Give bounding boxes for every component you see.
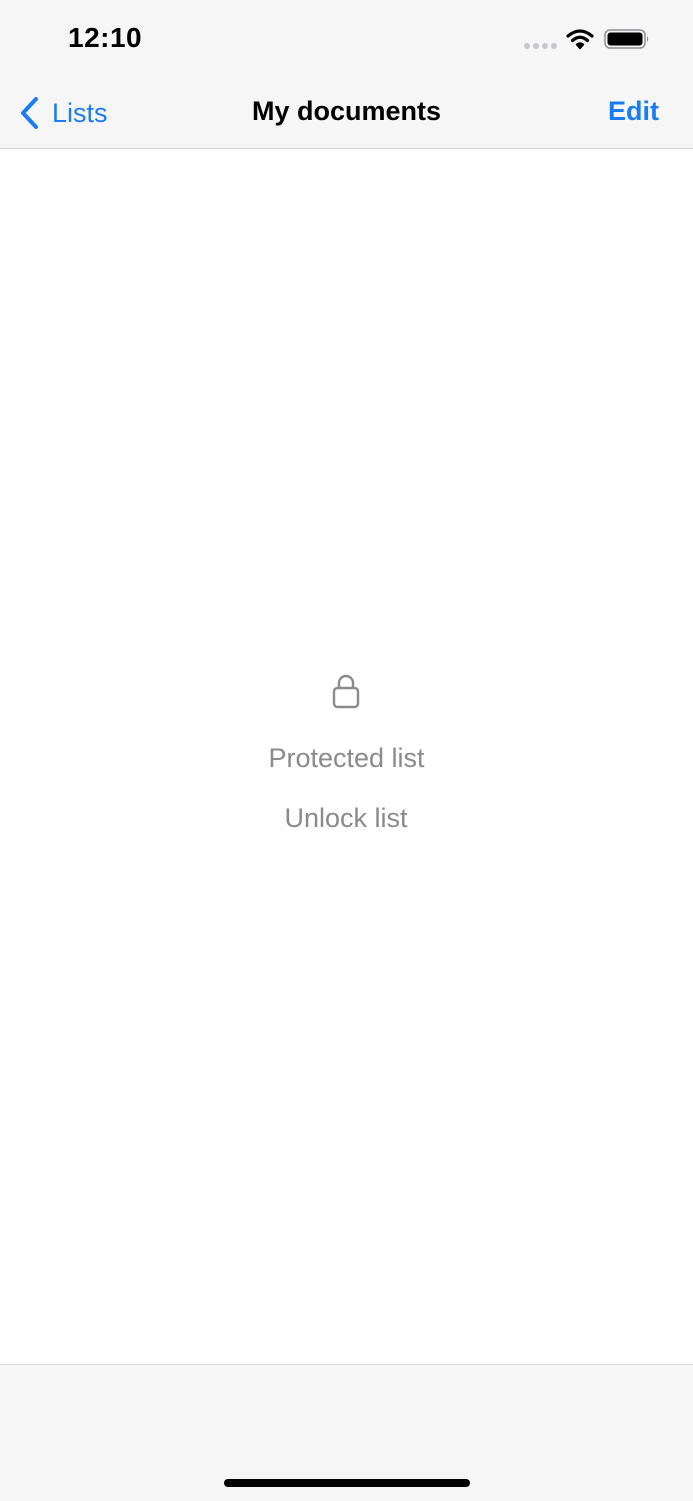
- lock-icon: [332, 674, 360, 709]
- edit-button[interactable]: Edit: [608, 96, 659, 127]
- chevron-left-icon: [21, 97, 38, 129]
- wifi-icon: [566, 29, 594, 50]
- status-bar: 12:10: [0, 0, 693, 80]
- status-time: 12:10: [68, 22, 143, 53]
- back-button-label: Lists: [52, 97, 108, 128]
- protected-list-message: Protected list: [268, 743, 425, 773]
- back-button[interactable]: Lists: [18, 94, 108, 132]
- list-content: Protected list Unlock list: [0, 149, 693, 1364]
- home-indicator[interactable]: [224, 1479, 470, 1487]
- bottom-toolbar: [0, 1364, 693, 1501]
- battery-icon: [604, 29, 649, 49]
- unlock-list-button[interactable]: Unlock list: [246, 803, 446, 834]
- navigation-bar: Lists My documents Edit: [0, 80, 693, 149]
- cellular-signal-icon: [524, 43, 557, 49]
